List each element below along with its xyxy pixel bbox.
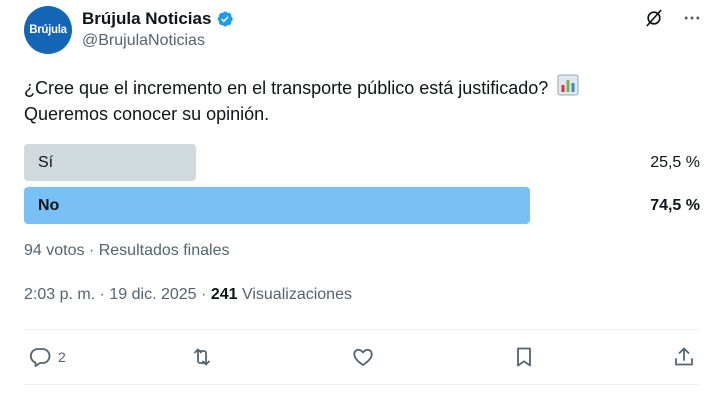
reply-icon [29, 348, 51, 367]
poll-meta: 94 votos · Resultados finales [24, 240, 229, 262]
share-button[interactable] [672, 342, 696, 372]
poll-option-label: No [38, 197, 60, 214]
tweet-header: Brújula Brújula Noticias @BrujulaNoticia… [24, 6, 704, 56]
tweet-time[interactable]: 2:03 p. m. [24, 286, 95, 303]
bar-chart-emoji-icon [557, 74, 579, 96]
divider [24, 329, 700, 330]
author-display-name[interactable]: Brújula Noticias [82, 9, 211, 29]
tweet-text-line-1: ¿Cree que el incremento en el transporte… [24, 74, 694, 101]
timestamp-separator: · [99, 286, 105, 303]
header-actions [644, 8, 702, 28]
share-icon [675, 347, 693, 366]
timestamp-separator: · [201, 286, 207, 303]
verified-badge-icon[interactable] [216, 10, 234, 28]
divider [24, 384, 700, 385]
avatar-logo-text: Brújula [29, 24, 67, 36]
author-display-name-row[interactable]: Brújula Noticias [82, 9, 234, 29]
grok-icon[interactable] [644, 8, 664, 28]
poll-status: Resultados finales [98, 242, 230, 259]
repost-icon [194, 348, 210, 366]
poll-bar-no [24, 187, 530, 224]
poll-option-percent: 25,5 % [650, 154, 700, 171]
poll-option-si: Sí 25,5 % [24, 144, 700, 181]
author-names: Brújula Noticias @BrujulaNoticias [82, 9, 234, 52]
views-count[interactable]: 241 [211, 286, 238, 303]
tweet-text-line-2: Queremos conocer su opinión. [24, 104, 270, 124]
poll-votes: 94 votos [24, 242, 85, 259]
poll-option-label: Sí [38, 154, 54, 171]
bookmark-icon [517, 347, 531, 367]
poll-meta-separator: · [88, 242, 95, 259]
views-label[interactable]: Visualizaciones [242, 286, 352, 303]
tweet-timestamp: 2:03 p. m. · 19 dic. 2025 · 241 Visualiz… [24, 284, 352, 306]
poll-option-no: No 74,5 % [24, 187, 700, 224]
repost-button[interactable] [190, 342, 214, 372]
author-handle[interactable]: @BrujulaNoticias [82, 30, 234, 52]
reply-count: 2 [58, 349, 66, 365]
like-icon [353, 348, 373, 366]
reply-button[interactable]: 2 [28, 342, 66, 372]
more-icon[interactable] [682, 8, 702, 28]
avatar[interactable]: Brújula [24, 6, 72, 54]
tweet-question: ¿Cree que el incremento en el transporte… [24, 78, 549, 98]
tweet-text: ¿Cree que el incremento en el transporte… [24, 74, 694, 127]
tweet-actions: 2 [24, 342, 700, 372]
bookmark-button[interactable] [512, 342, 536, 372]
like-button[interactable] [351, 342, 375, 372]
poll-option-percent: 74,5 % [650, 197, 700, 214]
tweet-date[interactable]: 19 dic. 2025 [109, 286, 196, 303]
